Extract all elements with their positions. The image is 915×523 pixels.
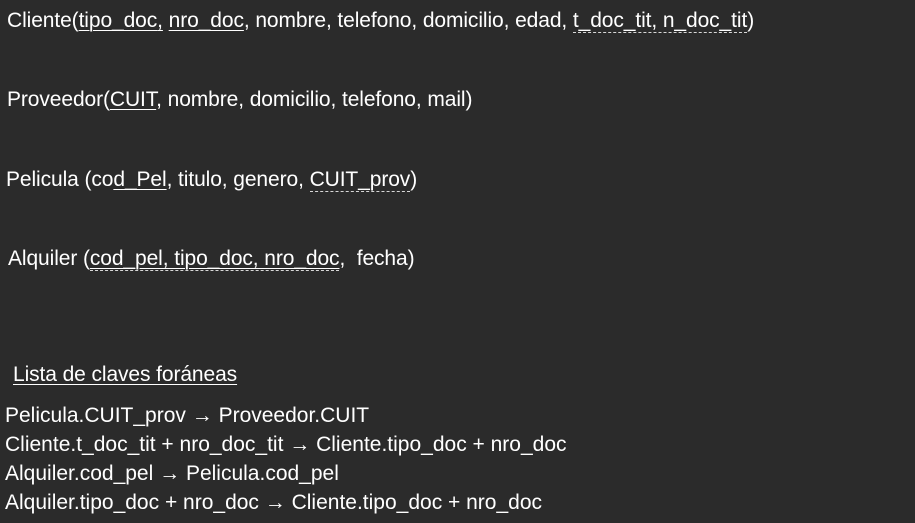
relation-proveedor: Proveedor(CUIT, nombre, domicilio, telef…	[7, 87, 472, 113]
foreign-keys-list: Pelicula.CUIT_prov → Proveedor.CUIT Clie…	[5, 401, 567, 517]
primary-key-attribute: CUIT	[109, 88, 157, 111]
foreign-key-attribute: CUIT_prov	[309, 168, 411, 192]
relation-cliente: Cliente(tipo_doc, nro_doc, nombre, telef…	[7, 8, 754, 34]
key-separator: ,	[157, 9, 163, 32]
primary-key-attribute: d_Pel	[113, 168, 167, 191]
foreign-key-item: Cliente.t_doc_tit + nro_doc_tit → Client…	[5, 433, 567, 456]
relation-alquiler: Alquiler (cod_pel, tipo_doc, nro_doc, fe…	[8, 246, 415, 272]
foreign-key-item: Pelicula.CUIT_prov → Proveedor.CUIT	[5, 404, 370, 427]
attribute-list: , nombre, telefono, domicilio, edad,	[243, 9, 568, 32]
attribute-list: fecha)	[356, 247, 415, 270]
attribute-list: , nombre, domicilio, telefono, mail)	[156, 88, 473, 111]
relation-name: Cliente(	[7, 9, 79, 32]
key-separator: ,	[339, 247, 346, 270]
attribute-list: , titulo, genero,	[166, 168, 304, 191]
foreign-key-item: Alquiler.tipo_doc + nro_doc → Cliente.ti…	[5, 491, 543, 514]
foreign-key-attributes: t_doc_tit, n_doc_tit	[572, 9, 748, 33]
foreign-key-item: Alquiler.cod_pel → Pelicula.cod_pel	[5, 462, 339, 485]
relation-close: )	[410, 168, 418, 191]
relation-name: Proveedor(	[7, 88, 110, 111]
relation-name: Pelicula (co	[6, 168, 114, 191]
primary-key-attribute: nro_doc	[168, 9, 244, 32]
primary-key-attributes: cod_pel, tipo_doc, nro_doc	[89, 247, 340, 271]
primary-key-attribute: tipo_doc	[78, 9, 158, 32]
relation-pelicula: Pelicula (cod_Pel, titulo, genero, CUIT_…	[6, 167, 417, 193]
foreign-keys-heading: Lista de claves foráneas	[13, 363, 238, 386]
relation-close: )	[747, 9, 755, 32]
relation-name: Alquiler (	[8, 247, 90, 270]
